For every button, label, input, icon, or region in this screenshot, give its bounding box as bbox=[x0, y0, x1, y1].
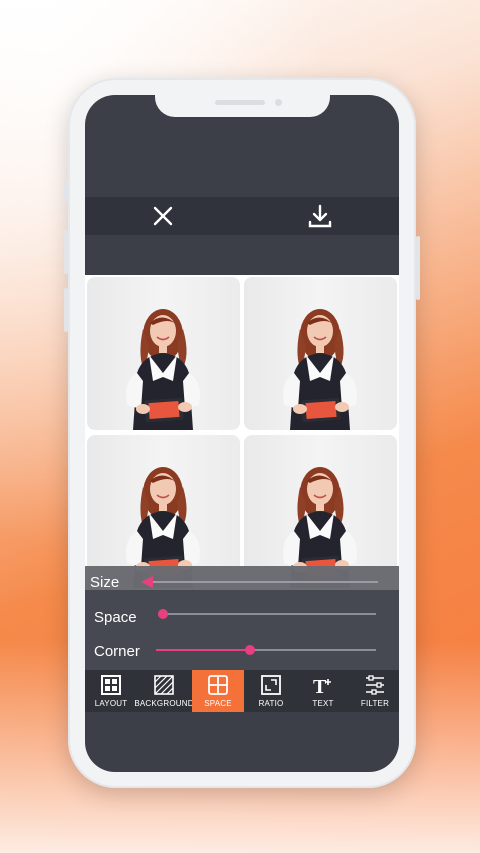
tool-filter[interactable]: FILTER bbox=[349, 670, 401, 712]
tool-background[interactable]: BACKGROUND bbox=[134, 670, 193, 712]
space-slider-thumb[interactable] bbox=[158, 609, 168, 619]
collage-photo-1[interactable] bbox=[87, 277, 240, 430]
corner-slider-fill bbox=[156, 649, 250, 651]
size-slider-thumb[interactable] bbox=[139, 575, 155, 594]
space-icon bbox=[207, 674, 229, 696]
editor-top-bar bbox=[85, 197, 399, 235]
portrait-illustration bbox=[126, 309, 200, 430]
size-label: Size bbox=[90, 574, 120, 591]
phone-power-button bbox=[416, 236, 420, 300]
layout-icon bbox=[100, 674, 122, 696]
phone-volume-down-button bbox=[64, 288, 68, 332]
phone-speaker bbox=[215, 100, 265, 105]
tool-space[interactable]: SPACE bbox=[192, 670, 244, 712]
bottom-toolbar: LAYOUT BACKGROUND SPACE RATIO T TEXT FIL… bbox=[85, 670, 399, 712]
phone-volume-up-button bbox=[64, 230, 68, 274]
filter-icon bbox=[364, 674, 386, 696]
phone-camera bbox=[275, 99, 282, 106]
space-label: Space bbox=[94, 609, 137, 626]
background-icon bbox=[153, 674, 175, 696]
corner-slider-thumb[interactable] bbox=[245, 645, 255, 655]
portrait-illustration bbox=[283, 309, 357, 430]
size-slider-track[interactable] bbox=[145, 581, 378, 583]
tool-ratio[interactable]: RATIO bbox=[245, 670, 297, 712]
tool-text[interactable]: T TEXT bbox=[297, 670, 349, 712]
size-slider-row bbox=[85, 566, 399, 590]
phone-mute-button bbox=[64, 180, 68, 202]
download-icon[interactable] bbox=[304, 200, 336, 232]
svg-text:T: T bbox=[313, 676, 327, 696]
tool-label-filter: FILTER bbox=[360, 699, 390, 708]
tool-layout[interactable]: LAYOUT bbox=[85, 670, 137, 712]
text-icon: T bbox=[312, 674, 334, 698]
corner-label: Corner bbox=[94, 643, 140, 660]
collage-photo-2[interactable] bbox=[244, 277, 397, 430]
ratio-icon bbox=[260, 674, 282, 696]
space-slider-track[interactable] bbox=[158, 613, 376, 615]
close-icon[interactable] bbox=[147, 200, 179, 232]
phone-notch bbox=[155, 95, 330, 117]
